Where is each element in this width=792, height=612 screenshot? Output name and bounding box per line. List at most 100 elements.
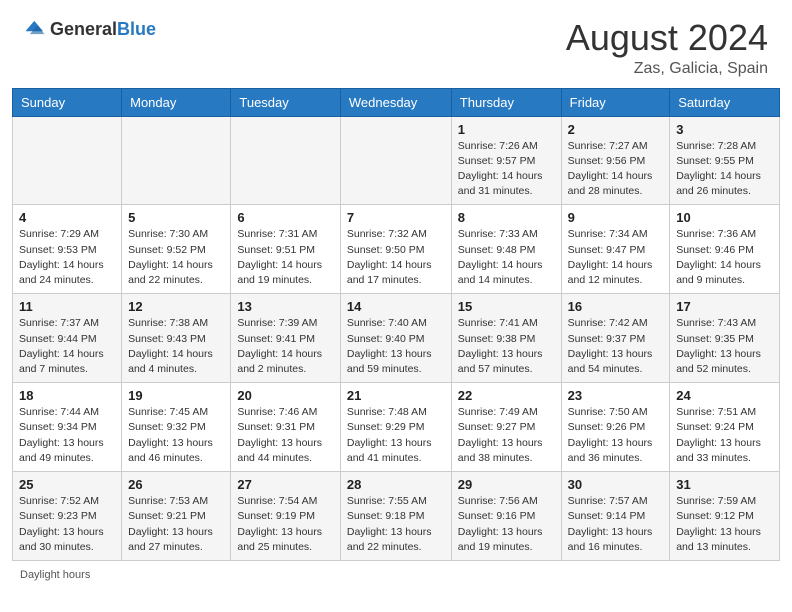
day-number: 18: [19, 388, 115, 403]
calendar-cell: 4 Sunrise: 7:29 AM Sunset: 9:53 PM Daylig…: [13, 205, 122, 294]
calendar-cell: 10 Sunrise: 7:36 AM Sunset: 9:46 PM Dayli…: [670, 205, 780, 294]
calendar-cell: 24Sunrise: 7:51 AM Sunset: 9:24 PM Dayli…: [670, 383, 780, 472]
day-number: 4: [19, 210, 115, 225]
day-info: Sunrise: 7:54 AM Sunset: 9:19 PM Dayligh…: [237, 494, 334, 555]
calendar-cell: [122, 116, 231, 205]
day-info: Sunrise: 7:34 AM Sunset: 9:47 PM Dayligh…: [568, 227, 664, 288]
calendar-cell: 23Sunrise: 7:50 AM Sunset: 9:26 PM Dayli…: [561, 383, 670, 472]
day-info: Sunrise: 7:57 AM Sunset: 9:14 PM Dayligh…: [568, 494, 664, 555]
calendar-week-5: 25 Sunrise: 7:52 AM Sunset: 9:23 PM Dayli…: [13, 472, 780, 561]
day-number: 26: [128, 477, 224, 492]
calendar-week-4: 18 Sunrise: 7:44 AM Sunset: 9:34 PM Dayli…: [13, 383, 780, 472]
day-info: Sunrise: 7:56 AM Sunset: 9:16 PM Dayligh…: [458, 494, 555, 555]
day-number: 29: [458, 477, 555, 492]
calendar-cell: 6 Sunrise: 7:31 AM Sunset: 9:51 PM Daylig…: [231, 205, 341, 294]
logo-general: General: [50, 19, 117, 39]
calendar-cell: 15 Sunrise: 7:41 AM Sunset: 9:38 PM Dayli…: [451, 294, 561, 383]
calendar-week-1: 1 Sunrise: 7:26 AM Sunset: 9:57 PM Daylig…: [13, 116, 780, 205]
day-number: 22: [458, 388, 555, 403]
calendar-cell: 31 Sunrise: 7:59 AM Sunset: 9:12 PM Dayli…: [670, 472, 780, 561]
day-number: 14: [347, 299, 445, 314]
day-info: Sunrise: 7:42 AM Sunset: 9:37 PM Dayligh…: [568, 316, 664, 377]
location: Zas, Galicia, Spain: [566, 60, 768, 78]
daylight-label: Daylight hours: [20, 569, 90, 581]
day-number: 10: [676, 210, 773, 225]
day-number: 25: [19, 477, 115, 492]
calendar-week-2: 4 Sunrise: 7:29 AM Sunset: 9:53 PM Daylig…: [13, 205, 780, 294]
day-info: Sunrise: 7:43 AM Sunset: 9:35 PM Dayligh…: [676, 316, 773, 377]
calendar-cell: 27 Sunrise: 7:54 AM Sunset: 9:19 PM Dayli…: [231, 472, 341, 561]
calendar-week-3: 11 Sunrise: 7:37 AM Sunset: 9:44 PM Dayli…: [13, 294, 780, 383]
day-info: Sunrise: 7:27 AM Sunset: 9:56 PM Dayligh…: [568, 139, 664, 200]
day-info: Sunrise: 7:29 AM Sunset: 9:53 PM Dayligh…: [19, 227, 115, 288]
day-number: 27: [237, 477, 334, 492]
day-number: 31: [676, 477, 773, 492]
day-info: Sunrise: 7:55 AM Sunset: 9:18 PM Dayligh…: [347, 494, 445, 555]
day-number: 1: [458, 122, 555, 137]
day-number: 11: [19, 299, 115, 314]
day-info: Sunrise: 7:30 AM Sunset: 9:52 PM Dayligh…: [128, 227, 224, 288]
calendar-cell: 13Sunrise: 7:39 AM Sunset: 9:41 PM Dayli…: [231, 294, 341, 383]
calendar-cell: 5Sunrise: 7:30 AM Sunset: 9:52 PM Daylig…: [122, 205, 231, 294]
day-number: 28: [347, 477, 445, 492]
calendar-cell: 19Sunrise: 7:45 AM Sunset: 9:32 PM Dayli…: [122, 383, 231, 472]
weekday-thursday: Thursday: [451, 88, 561, 116]
day-info: Sunrise: 7:51 AM Sunset: 9:24 PM Dayligh…: [676, 405, 773, 466]
logo: GeneralBlue: [24, 18, 156, 40]
day-info: Sunrise: 7:32 AM Sunset: 9:50 PM Dayligh…: [347, 227, 445, 288]
calendar-cell: 30 Sunrise: 7:57 AM Sunset: 9:14 PM Dayli…: [561, 472, 670, 561]
day-number: 9: [568, 210, 664, 225]
calendar-table: SundayMondayTuesdayWednesdayThursdayFrid…: [12, 88, 780, 561]
day-info: Sunrise: 7:37 AM Sunset: 9:44 PM Dayligh…: [19, 316, 115, 377]
day-info: Sunrise: 7:36 AM Sunset: 9:46 PM Dayligh…: [676, 227, 773, 288]
calendar-cell: 25 Sunrise: 7:52 AM Sunset: 9:23 PM Dayli…: [13, 472, 122, 561]
calendar-cell: 11 Sunrise: 7:37 AM Sunset: 9:44 PM Dayli…: [13, 294, 122, 383]
day-info: Sunrise: 7:53 AM Sunset: 9:21 PM Dayligh…: [128, 494, 224, 555]
day-number: 15: [458, 299, 555, 314]
day-number: 6: [237, 210, 334, 225]
calendar-cell: [231, 116, 341, 205]
weekday-tuesday: Tuesday: [231, 88, 341, 116]
title-block: August 2024 Zas, Galicia, Spain: [566, 18, 768, 78]
day-number: 23: [568, 388, 664, 403]
day-info: Sunrise: 7:59 AM Sunset: 9:12 PM Dayligh…: [676, 494, 773, 555]
day-info: Sunrise: 7:31 AM Sunset: 9:51 PM Dayligh…: [237, 227, 334, 288]
calendar-cell: 26 Sunrise: 7:53 AM Sunset: 9:21 PM Dayli…: [122, 472, 231, 561]
day-info: Sunrise: 7:49 AM Sunset: 9:27 PM Dayligh…: [458, 405, 555, 466]
weekday-monday: Monday: [122, 88, 231, 116]
day-number: 12: [128, 299, 224, 314]
weekday-header-row: SundayMondayTuesdayWednesdayThursdayFrid…: [13, 88, 780, 116]
calendar-cell: [340, 116, 451, 205]
day-info: Sunrise: 7:26 AM Sunset: 9:57 PM Dayligh…: [458, 139, 555, 200]
weekday-sunday: Sunday: [13, 88, 122, 116]
day-number: 21: [347, 388, 445, 403]
logo-icon: [24, 18, 46, 40]
month-year: August 2024: [566, 18, 768, 58]
day-number: 17: [676, 299, 773, 314]
weekday-friday: Friday: [561, 88, 670, 116]
calendar-cell: 7Sunrise: 7:32 AM Sunset: 9:50 PM Daylig…: [340, 205, 451, 294]
calendar-cell: 14Sunrise: 7:40 AM Sunset: 9:40 PM Dayli…: [340, 294, 451, 383]
day-info: Sunrise: 7:41 AM Sunset: 9:38 PM Dayligh…: [458, 316, 555, 377]
calendar-cell: 16Sunrise: 7:42 AM Sunset: 9:37 PM Dayli…: [561, 294, 670, 383]
weekday-saturday: Saturday: [670, 88, 780, 116]
page-header: GeneralBlue August 2024 Zas, Galicia, Sp…: [0, 0, 792, 88]
calendar-cell: 20Sunrise: 7:46 AM Sunset: 9:31 PM Dayli…: [231, 383, 341, 472]
calendar-cell: 3Sunrise: 7:28 AM Sunset: 9:55 PM Daylig…: [670, 116, 780, 205]
footer-note: Daylight hours: [0, 561, 792, 589]
day-info: Sunrise: 7:52 AM Sunset: 9:23 PM Dayligh…: [19, 494, 115, 555]
day-number: 30: [568, 477, 664, 492]
day-number: 2: [568, 122, 664, 137]
day-number: 8: [458, 210, 555, 225]
weekday-wednesday: Wednesday: [340, 88, 451, 116]
day-info: Sunrise: 7:48 AM Sunset: 9:29 PM Dayligh…: [347, 405, 445, 466]
calendar-body: 1 Sunrise: 7:26 AM Sunset: 9:57 PM Daylig…: [13, 116, 780, 560]
day-info: Sunrise: 7:44 AM Sunset: 9:34 PM Dayligh…: [19, 405, 115, 466]
calendar-cell: 22 Sunrise: 7:49 AM Sunset: 9:27 PM Dayli…: [451, 383, 561, 472]
day-number: 20: [237, 388, 334, 403]
calendar-cell: 1 Sunrise: 7:26 AM Sunset: 9:57 PM Daylig…: [451, 116, 561, 205]
calendar-cell: 9 Sunrise: 7:34 AM Sunset: 9:47 PM Daylig…: [561, 205, 670, 294]
calendar-cell: [13, 116, 122, 205]
day-number: 19: [128, 388, 224, 403]
day-info: Sunrise: 7:38 AM Sunset: 9:43 PM Dayligh…: [128, 316, 224, 377]
